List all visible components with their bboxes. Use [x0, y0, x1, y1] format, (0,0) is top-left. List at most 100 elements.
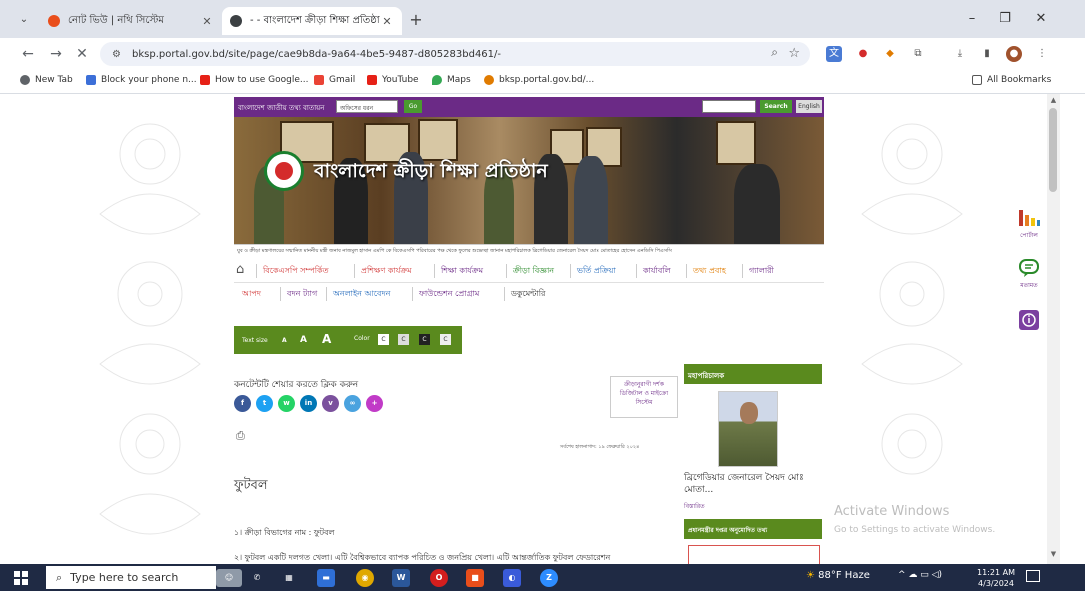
- go-button[interactable]: Go: [404, 100, 422, 113]
- viber-share-icon[interactable]: v: [322, 395, 339, 412]
- minimize-button[interactable]: –: [957, 9, 987, 29]
- national-portal-label[interactable]: বাংলাদেশ জাতীয় তথ্য বাতায়ন: [238, 102, 325, 114]
- menu-item[interactable]: প্রশিক্ষণ কার্যক্রম: [354, 264, 418, 278]
- social-share-bar: f t w in v ∞ +: [234, 395, 383, 412]
- news-ticker[interactable]: যুব ও ক্রীড়া মন্ত্রণালয়ের সম্মানিত মান…: [234, 244, 824, 257]
- back-button[interactable]: ←: [18, 44, 38, 64]
- bookmark-youtube[interactable]: YouTube: [367, 75, 419, 85]
- extension-red-icon[interactable]: ●: [855, 46, 871, 62]
- address-bar[interactable]: ⚙ bksp.portal.gov.bd/site/page/cae9b8da-…: [100, 42, 810, 66]
- whatsapp-taskbar-icon[interactable]: ✆: [248, 569, 266, 587]
- weather-widget[interactable]: ☀ 88°F Haze: [806, 570, 870, 581]
- task-view-icon[interactable]: ▦: [280, 569, 298, 587]
- portal-widget[interactable]: পোর্টাল: [1012, 208, 1046, 241]
- menu-item[interactable]: ক্রীড়া বিজ্ঞান: [506, 264, 560, 278]
- color-option-light[interactable]: C: [440, 334, 451, 345]
- menu-item[interactable]: আপদ: [236, 287, 267, 301]
- print-icon[interactable]: ⎙: [236, 429, 245, 443]
- more-share-icon[interactable]: +: [366, 395, 383, 412]
- windows-start-button[interactable]: [14, 571, 28, 585]
- side-panel-icon[interactable]: ▮: [979, 46, 995, 62]
- app-taskbar-icon[interactable]: ■: [466, 569, 484, 587]
- file-explorer-icon[interactable]: ▬: [317, 569, 335, 587]
- whatsapp-share-icon[interactable]: w: [278, 395, 295, 412]
- bookmark-how-to-google[interactable]: How to use Google...: [200, 75, 309, 85]
- opera-taskbar-icon[interactable]: O: [430, 569, 448, 587]
- menu-item[interactable]: বদন ট্যাগ: [280, 287, 323, 301]
- tab-inactive[interactable]: নোট ভিউ | নথি সিস্টেম ✕: [40, 7, 222, 35]
- menu-item[interactable]: বিকেএসপি সম্পর্কিত: [256, 264, 335, 278]
- menu-item[interactable]: অনলাইন আবেদন: [326, 287, 396, 301]
- portrait-frame: [716, 121, 756, 165]
- home-icon[interactable]: ⌂: [236, 262, 244, 277]
- cortana-avatar-icon[interactable]: ☺: [216, 569, 242, 587]
- bookmark-gmail[interactable]: Gmail: [314, 75, 355, 85]
- taskbar-search-box[interactable]: ⌕ Type here to search: [46, 566, 216, 589]
- color-option-gray[interactable]: C: [398, 334, 409, 345]
- zoom-icon[interactable]: ⌕: [771, 45, 778, 60]
- word-taskbar-icon[interactable]: W: [392, 569, 410, 587]
- zoom-taskbar-icon[interactable]: Z: [540, 569, 558, 587]
- start-logo-pane: [22, 571, 28, 577]
- new-tab-button[interactable]: +: [406, 10, 426, 30]
- scrollbar-thumb[interactable]: [1049, 108, 1057, 192]
- search-button[interactable]: Search: [760, 100, 792, 113]
- download-icon[interactable]: ⤓: [952, 46, 968, 62]
- scroll-down-arrow-icon[interactable]: ▼: [1049, 550, 1058, 558]
- url-text: bksp.portal.gov.bd/site/page/cae9b8da-9a…: [132, 48, 502, 60]
- link-share-icon[interactable]: ∞: [344, 395, 361, 412]
- color-option-black[interactable]: C: [419, 334, 430, 345]
- tab-search-chevron-icon[interactable]: ⌄: [14, 10, 34, 30]
- menu-item[interactable]: শিক্ষা কার্যক্রম: [434, 264, 489, 278]
- close-tab-icon[interactable]: ✕: [380, 15, 394, 28]
- page-scrollbar[interactable]: ▲ ▼: [1047, 94, 1060, 564]
- details-link[interactable]: বিস্তারিত: [684, 501, 705, 512]
- profile-avatar[interactable]: ●: [1006, 46, 1022, 62]
- linkedin-share-icon[interactable]: in: [300, 395, 317, 412]
- system-tray-icons[interactable]: ^ ☁ ▭ ◁): [898, 570, 942, 580]
- twitter-share-icon[interactable]: t: [256, 395, 273, 412]
- menu-item[interactable]: ফাউন্ডেশন প্রোগ্রাম: [412, 287, 485, 301]
- bookmark-block-phone[interactable]: Block your phone n...: [86, 75, 197, 85]
- office-type-select[interactable]: অফিসের ধরন: [336, 100, 398, 113]
- sidebar-box: [688, 545, 820, 564]
- bookmark-maps[interactable]: Maps: [432, 75, 471, 85]
- maximize-button[interactable]: ❐: [990, 9, 1020, 29]
- menu-item[interactable]: কার্যাবলি: [636, 264, 677, 278]
- clock-time: 11:21 AM: [977, 568, 1015, 577]
- taskbar-clock[interactable]: 11:21 AM 4/3/2024: [972, 567, 1020, 589]
- bookmark-new-tab[interactable]: New Tab: [20, 75, 73, 85]
- text-size-medium-button[interactable]: A: [300, 335, 307, 345]
- site-info-icon[interactable]: ⚙: [112, 49, 124, 60]
- color-option-white[interactable]: C: [378, 334, 389, 345]
- all-bookmarks[interactable]: All Bookmarks: [972, 75, 1051, 85]
- extensions-puzzle-icon[interactable]: ⧉: [910, 46, 926, 62]
- english-language-button[interactable]: English: [796, 100, 822, 113]
- text-size-large-button[interactable]: A: [322, 332, 331, 346]
- forward-button[interactable]: →: [46, 44, 66, 64]
- notification-center-icon[interactable]: [1026, 570, 1040, 582]
- site-search-input[interactable]: [702, 100, 756, 113]
- chrome-menu-icon[interactable]: ⋮: [1034, 46, 1050, 62]
- tab-active[interactable]: - - বাংলাদেশ ক্রীড়া শিক্ষা প্রতিষ্ঠা ✕: [222, 7, 402, 35]
- menu-item[interactable]: গ্যালারী: [742, 264, 780, 278]
- close-window-button[interactable]: ✕: [1026, 9, 1056, 29]
- bookmark-bksp[interactable]: bksp.portal.gov.bd/...: [484, 75, 594, 85]
- bookmark-star-icon[interactable]: ☆: [788, 46, 800, 61]
- close-tab-icon[interactable]: ✕: [200, 15, 214, 28]
- app-taskbar-icon[interactable]: ◐: [503, 569, 521, 587]
- extension-orange-icon[interactable]: ◆: [882, 46, 898, 62]
- text-size-small-button[interactable]: A: [282, 337, 287, 344]
- chrome-taskbar-icon[interactable]: ◉: [356, 569, 374, 587]
- menu-item[interactable]: ভর্তি প্রক্রিয়া: [570, 264, 622, 278]
- digital-system-widget[interactable]: ক্রীড়ানুরাগী দর্শক ডিজিটাল ও মাইক্রো সি…: [610, 376, 678, 418]
- feedback-widget[interactable]: মতামত: [1012, 258, 1046, 291]
- weather-text: 88°F Haze: [818, 570, 870, 581]
- menu-item[interactable]: তথ্য প্রবাহ: [686, 264, 732, 278]
- stop-button[interactable]: ✕: [72, 44, 92, 64]
- facebook-share-icon[interactable]: f: [234, 395, 251, 412]
- info-widget[interactable]: [1012, 309, 1046, 333]
- extension-translate-icon[interactable]: 文: [826, 46, 842, 62]
- menu-item[interactable]: ডকুমেন্টারি: [504, 287, 551, 301]
- scroll-up-arrow-icon[interactable]: ▲: [1049, 96, 1058, 104]
